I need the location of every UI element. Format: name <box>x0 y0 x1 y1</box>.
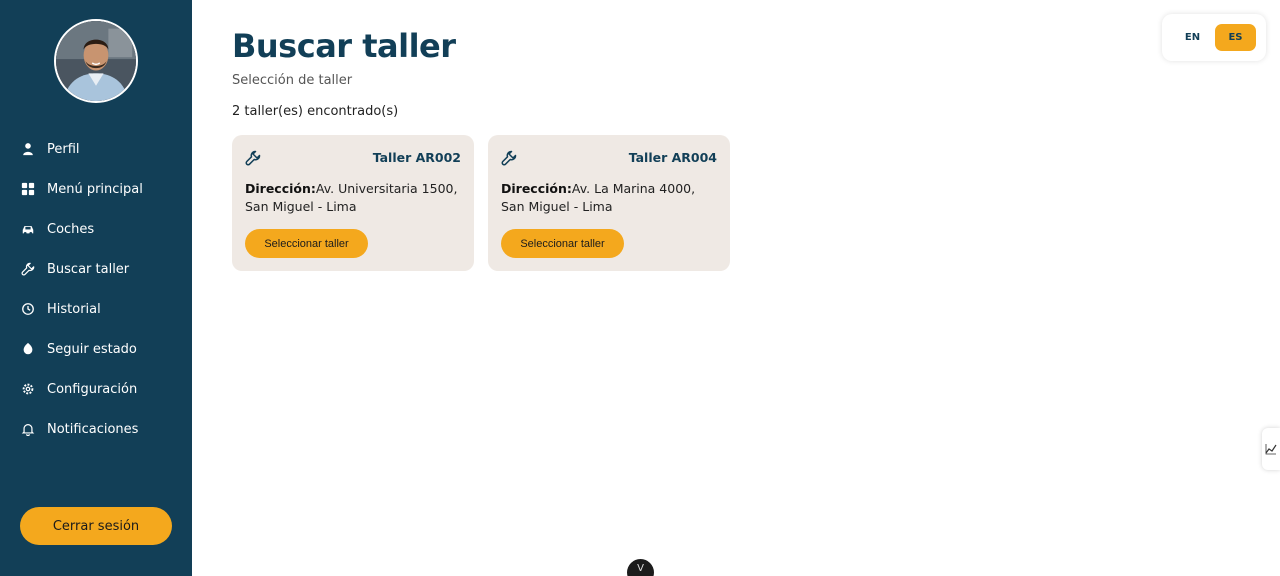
workshop-card: Taller AR004 Dirección:Av. La Marina 400… <box>488 135 730 271</box>
sidebar-item-label: Notificaciones <box>47 421 139 437</box>
sidebar-item-label: Buscar taller <box>47 261 130 277</box>
history-icon <box>20 301 36 317</box>
sidebar-item-configuracion[interactable]: Configuración <box>0 369 192 409</box>
page-subtitle: Selección de taller <box>232 73 353 88</box>
sidebar-item-label: Coches <box>47 221 95 237</box>
main-content: Buscar taller Selección de taller 2 tall… <box>232 0 1280 576</box>
select-workshop-button[interactable]: Seleccionar taller <box>501 229 624 258</box>
user-icon <box>20 141 36 157</box>
language-es-button[interactable]: ES <box>1215 24 1256 51</box>
chart-line-icon <box>1265 440 1277 459</box>
page-title: Buscar taller <box>232 27 456 65</box>
gear-icon <box>20 381 36 397</box>
avatar[interactable] <box>54 19 138 103</box>
address-label: Dirección: <box>245 181 316 196</box>
car-icon <box>20 221 36 237</box>
sidebar-item-label: Configuración <box>47 381 138 397</box>
sidebar-item-label: Seguir estado <box>47 341 137 357</box>
chevron-down-icon: V <box>637 563 644 574</box>
logout-button[interactable]: Cerrar sesión <box>20 507 172 545</box>
workshop-address: Dirección:Av. Universitaria 1500, San Mi… <box>245 180 465 216</box>
wrench-icon <box>501 150 517 166</box>
grid-icon <box>20 181 36 197</box>
results-count: 2 taller(es) encontrado(s) <box>232 104 399 119</box>
select-workshop-button[interactable]: Seleccionar taller <box>245 229 368 258</box>
sidebar-item-notificaciones[interactable]: Notificaciones <box>0 409 192 449</box>
sidebar-item-historial[interactable]: Historial <box>0 289 192 329</box>
sidebar: Perfil Menú principal Coches Buscar tall… <box>0 0 192 576</box>
wrench-icon <box>20 261 36 277</box>
workshop-name: Taller AR004 <box>628 150 717 165</box>
sidebar-item-seguir-estado[interactable]: Seguir estado <box>0 329 192 369</box>
wrench-icon <box>245 150 261 166</box>
workshop-card: Taller AR002 Dirección:Av. Universitaria… <box>232 135 474 271</box>
sidebar-item-menu-principal[interactable]: Menú principal <box>0 169 192 209</box>
sidebar-item-perfil[interactable]: Perfil <box>0 129 192 169</box>
location-icon <box>20 341 36 357</box>
sidebar-item-label: Perfil <box>47 141 80 157</box>
workshop-list: Taller AR002 Dirección:Av. Universitaria… <box>232 135 730 271</box>
language-switcher: EN ES <box>1162 14 1266 61</box>
sidebar-nav: Perfil Menú principal Coches Buscar tall… <box>0 129 192 449</box>
workshop-address: Dirección:Av. La Marina 4000, San Miguel… <box>501 180 721 216</box>
bell-icon <box>20 421 36 437</box>
workshop-name: Taller AR002 <box>372 150 461 165</box>
sidebar-item-buscar-taller[interactable]: Buscar taller <box>0 249 192 289</box>
side-panel-tab[interactable] <box>1262 428 1280 470</box>
address-label: Dirección: <box>501 181 572 196</box>
language-en-button[interactable]: EN <box>1172 24 1213 51</box>
sidebar-item-label: Historial <box>47 301 101 317</box>
sidebar-item-coches[interactable]: Coches <box>0 209 192 249</box>
sidebar-item-label: Menú principal <box>47 181 143 197</box>
